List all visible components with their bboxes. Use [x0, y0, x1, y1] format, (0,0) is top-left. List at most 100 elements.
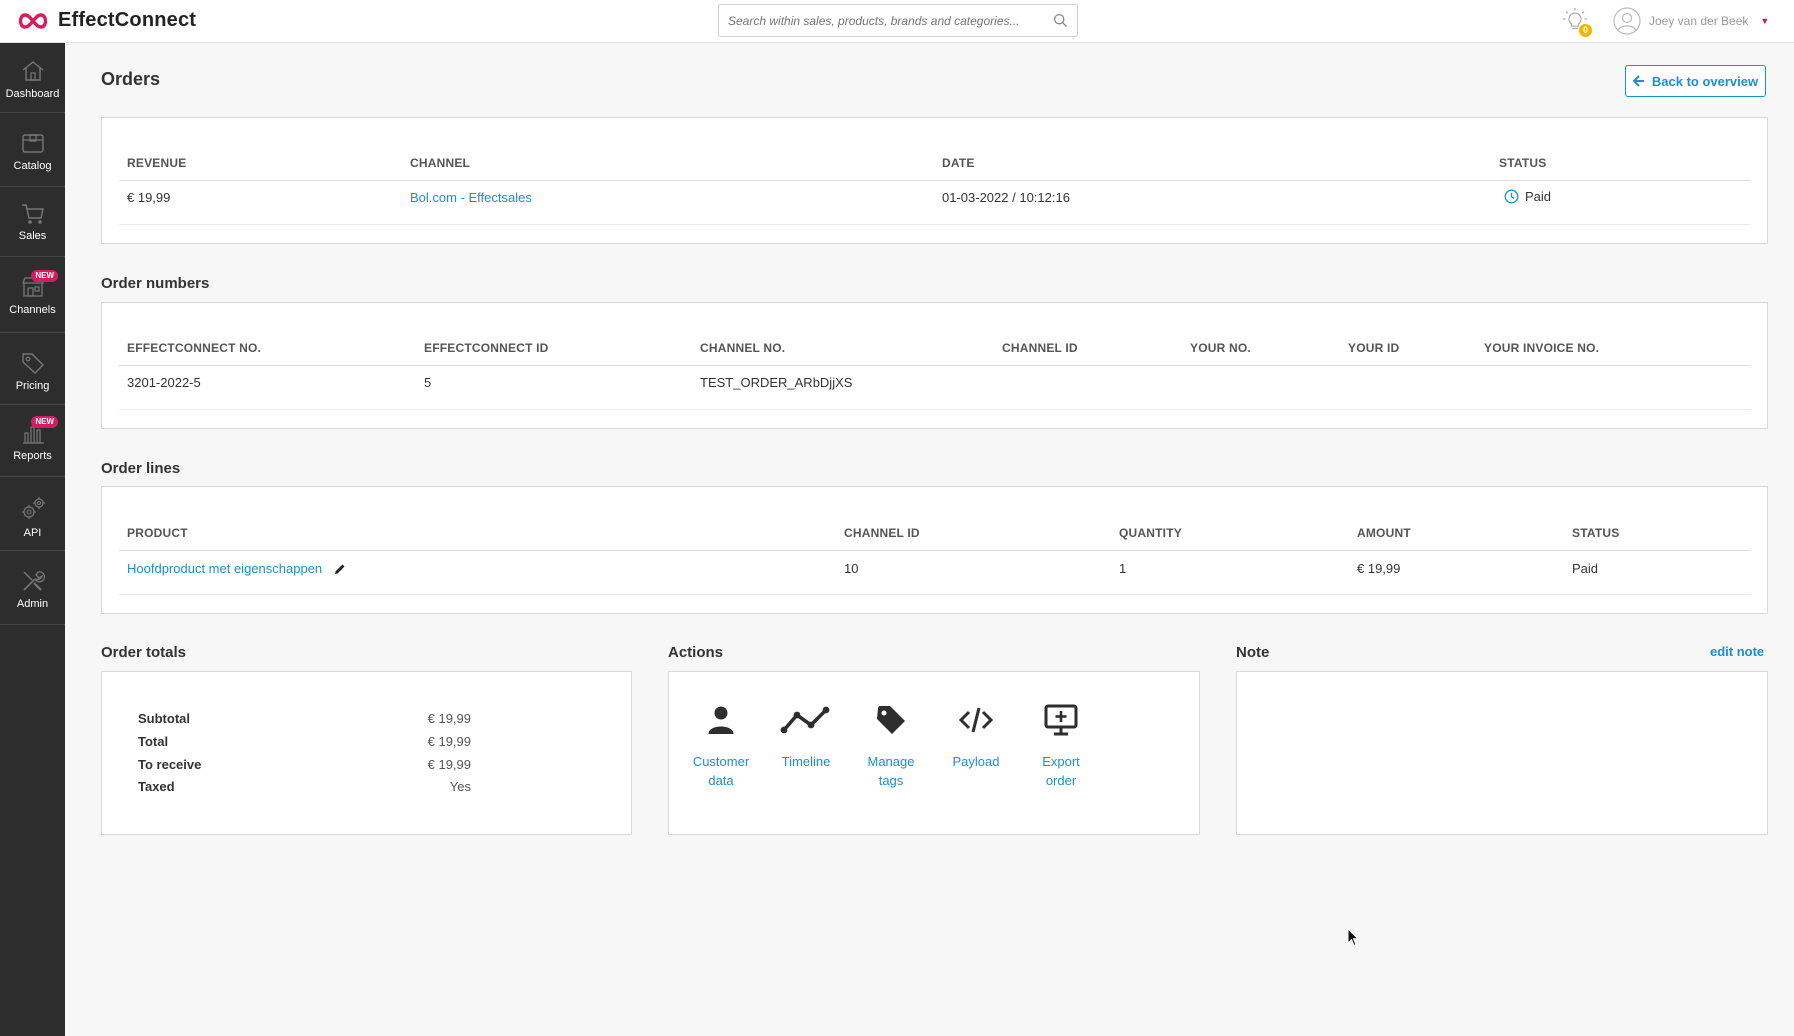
- row-divider: [119, 409, 1751, 410]
- action-label: order: [1045, 773, 1077, 788]
- search-icon[interactable]: [1053, 13, 1068, 28]
- new-badge: NEW: [31, 270, 58, 282]
- sidebar-item-label: API: [23, 527, 42, 539]
- search-box[interactable]: [718, 4, 1078, 37]
- gears-icon: [21, 497, 45, 519]
- export-icon: [1044, 704, 1078, 736]
- mouse-cursor-icon: [1347, 928, 1360, 947]
- effectconnect-no-value: 3201-2022-5: [127, 375, 201, 390]
- avatar-icon: [1613, 7, 1641, 35]
- cart-icon: [21, 204, 44, 224]
- section-title-order-totals: Order totals: [101, 644, 187, 661]
- sidebar-item-reports[interactable]: NEW Reports: [0, 416, 65, 462]
- product-link[interactable]: Hoofdproduct met eigenschappen: [127, 561, 322, 576]
- column-header-status: STATUS: [1499, 156, 1547, 170]
- column-header-your-invoice-no: YOUR INVOICE NO.: [1484, 341, 1600, 355]
- sidebar: Dashboard Catalog Sales NEW Channels Pri…: [0, 43, 65, 1036]
- header-divider: [119, 365, 1751, 366]
- sidebar-item-catalog[interactable]: Catalog: [0, 130, 65, 172]
- sidebar-item-label: Reports: [13, 450, 52, 462]
- sidebar-divider: [0, 404, 65, 405]
- status-cell: Paid: [1504, 189, 1551, 204]
- logo[interactable]: EffectConnect: [16, 9, 196, 32]
- brand-name: EffectConnect: [58, 9, 197, 31]
- sidebar-item-label: Channels: [9, 304, 56, 316]
- code-icon: [959, 707, 993, 733]
- revenue-value: € 19,99: [127, 190, 171, 205]
- column-header-quantity: QUANTITY: [1119, 526, 1182, 540]
- effectconnect-id-value: 5: [424, 375, 432, 390]
- action-label: Manage: [867, 754, 915, 769]
- sidebar-divider: [0, 624, 65, 625]
- sidebar-divider: [0, 256, 65, 257]
- pencil-icon[interactable]: [334, 563, 346, 575]
- sidebar-item-channels[interactable]: NEW Channels: [0, 270, 65, 316]
- column-header-amount: AMOUNT: [1357, 526, 1411, 540]
- arrow-left-icon: [1632, 75, 1644, 87]
- channel-id-value: 10: [844, 561, 859, 576]
- table-row: Hoofdproduct met eigenschappen: [127, 561, 346, 576]
- export-order-action[interactable]: Export order: [1021, 700, 1101, 790]
- sidebar-item-pricing[interactable]: Pricing: [0, 350, 65, 392]
- user-menu[interactable]: Joey van der Beek ▼: [1613, 7, 1769, 35]
- section-title-note: Note: [1236, 644, 1270, 661]
- header-divider: [119, 180, 1751, 181]
- line-status-value: Paid: [1572, 561, 1599, 576]
- customer-data-action[interactable]: Customer data: [681, 700, 761, 790]
- sidebar-item-admin[interactable]: Admin: [0, 568, 65, 610]
- back-to-overview-button[interactable]: Back to overview: [1625, 65, 1766, 97]
- notification-count-badge: 0: [1579, 24, 1592, 37]
- chevron-down-icon[interactable]: ▼: [1760, 16, 1769, 26]
- section-title-order-lines: Order lines: [101, 460, 181, 477]
- totals-label-taxed: Taxed: [138, 779, 175, 794]
- sidebar-divider: [0, 112, 65, 113]
- sidebar-item-label: Dashboard: [5, 88, 60, 100]
- notifications-button[interactable]: 0: [1562, 7, 1592, 37]
- amount-value: € 19,99: [1357, 561, 1401, 576]
- sidebar-item-sales[interactable]: Sales: [0, 202, 65, 242]
- column-header-effectconnect-no: EFFECTCONNECT NO.: [127, 341, 262, 355]
- page-title: Orders: [101, 69, 161, 89]
- timeline-action[interactable]: Timeline: [766, 700, 846, 771]
- section-title-actions: Actions: [668, 644, 724, 661]
- top-bar: EffectConnect 0 Joey van: [0, 0, 1794, 43]
- column-header-channel-id: CHANNEL ID: [1002, 341, 1078, 355]
- row-divider: [119, 594, 1751, 595]
- infinity-logo-icon: [18, 12, 48, 29]
- column-header-revenue: REVENUE: [127, 156, 187, 170]
- sidebar-item-label: Catalog: [13, 160, 52, 172]
- column-header-date: DATE: [942, 156, 975, 170]
- payload-action[interactable]: Payload: [936, 700, 1016, 771]
- channel-link[interactable]: Bol.com - Effectsales: [410, 190, 532, 205]
- manage-tags-action[interactable]: Manage tags: [851, 700, 931, 790]
- column-header-channel-id: CHANNEL ID: [844, 526, 920, 540]
- sidebar-divider: [0, 186, 65, 187]
- sidebar-item-label: Admin: [16, 598, 49, 610]
- sidebar-item-label: Pricing: [15, 380, 50, 392]
- note-card: [1236, 671, 1768, 835]
- channel-no-value: TEST_ORDER_ARbDjjXS: [700, 375, 853, 390]
- sidebar-item-api[interactable]: API: [0, 495, 65, 539]
- order-totals-card: Subtotal € 19,99 Total € 19,99 To receiv…: [101, 671, 632, 835]
- new-badge: NEW: [31, 416, 58, 428]
- tools-icon: [22, 571, 45, 591]
- search-input[interactable]: [719, 5, 1039, 36]
- sidebar-item-dashboard[interactable]: Dashboard: [0, 58, 65, 100]
- totals-label-to-receive: To receive: [138, 757, 202, 772]
- back-button-label: Back to overview: [1651, 73, 1759, 89]
- column-header-product: PRODUCT: [127, 526, 188, 540]
- column-header-status: STATUS: [1572, 526, 1620, 540]
- edit-note-link[interactable]: edit note: [1710, 644, 1764, 659]
- header-divider: [119, 550, 1751, 551]
- tag-icon: [877, 706, 905, 734]
- sidebar-item-label: Sales: [18, 230, 47, 242]
- quantity-value: 1: [1119, 561, 1127, 576]
- totals-label-subtotal: Subtotal: [138, 711, 190, 726]
- totals-value-taxed: Yes: [449, 779, 471, 794]
- action-label: Export: [1042, 754, 1080, 769]
- timeline-icon: [780, 706, 830, 734]
- totals-value-total: € 19,99: [427, 734, 471, 749]
- action-label: Payload: [952, 754, 1000, 769]
- home-icon: [22, 61, 43, 81]
- totals-value-to-receive: € 19,99: [427, 757, 471, 772]
